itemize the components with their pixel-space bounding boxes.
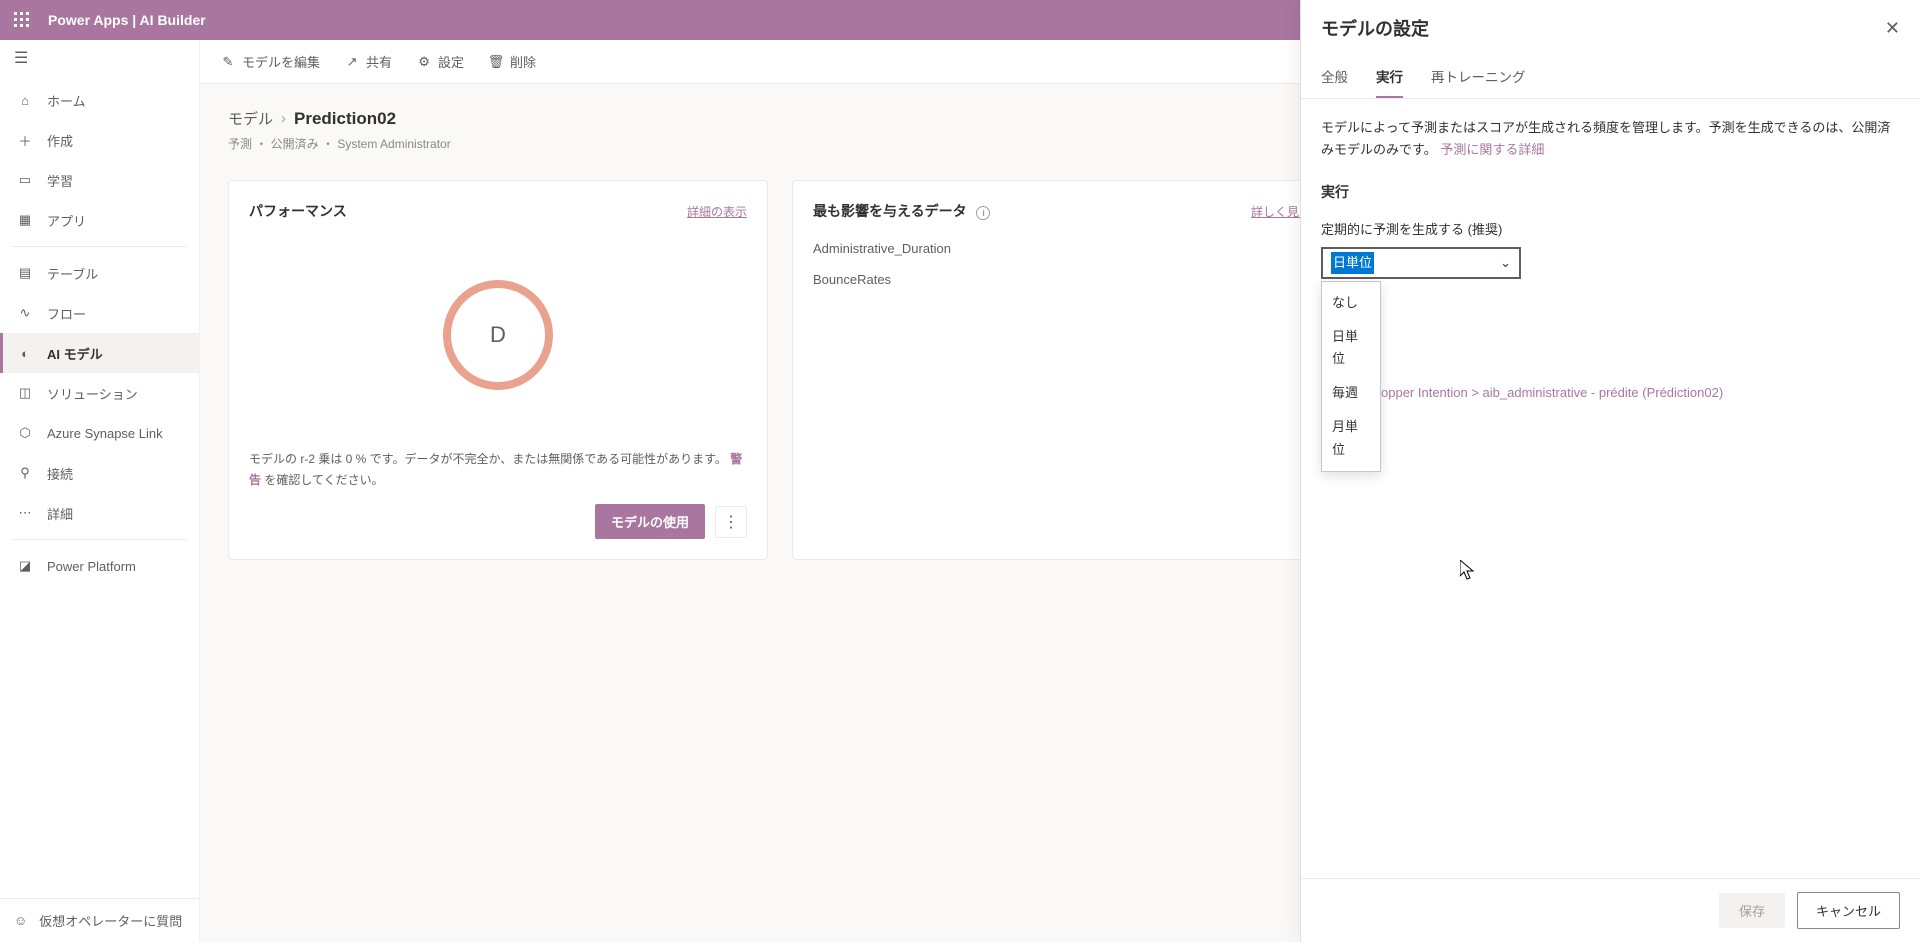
nav-label: フロー bbox=[47, 304, 86, 323]
ellipsis-icon: ⋯ bbox=[17, 505, 33, 521]
panel-desc-link[interactable]: 予測に関する詳細 bbox=[1440, 142, 1544, 157]
nav-item-solutions[interactable]: ◫ ソリューション bbox=[0, 373, 199, 413]
nav-label: 詳細 bbox=[47, 504, 73, 523]
tab-general[interactable]: 全般 bbox=[1321, 56, 1348, 98]
perf-note: モデルの r-2 乗は 0 % です。データが不完全か、または無関係である可能性… bbox=[249, 449, 747, 490]
schedule-field-label: 定期的に予測を生成する (推奨) bbox=[1321, 219, 1900, 241]
card-more-button[interactable]: ⋮ bbox=[715, 506, 747, 538]
list-item: Administrative_Duration bbox=[813, 241, 1311, 256]
nav-label: Power Platform bbox=[47, 559, 136, 574]
delete-button[interactable]: 🗑 削除 bbox=[488, 52, 536, 71]
left-nav: ☰ ⌂ ホーム ＋ 作成 ▭ 学習 ▦ アプリ ▤ テーブル ∿ フロー ◐ AI モデル ◫… bbox=[0, 40, 200, 942]
settings-panel: モデルの設定 ✕ 全般 実行 再トレーニング モデルによって予測またはスコアが生… bbox=[1300, 0, 1920, 942]
nav-label: Azure Synapse Link bbox=[47, 426, 163, 441]
breadcrumb-current: Prediction02 bbox=[294, 109, 396, 129]
edit-model-button[interactable]: ✎ モデルを編集 bbox=[220, 52, 320, 71]
impact-data-card: 最も影響を与えるデータ i 詳しく見る Administrative_Durat… bbox=[792, 180, 1332, 560]
hamburger-icon[interactable]: ☰ bbox=[0, 40, 199, 76]
perf-title: パフォーマンス bbox=[249, 201, 347, 221]
breadcrumb-root[interactable]: モデル bbox=[228, 108, 273, 129]
share-button[interactable]: ↗ 共有 bbox=[344, 52, 392, 71]
cancel-button[interactable]: キャンセル bbox=[1797, 892, 1900, 929]
list-item: BounceRates bbox=[813, 272, 1311, 287]
nav-item-flows[interactable]: ∿ フロー bbox=[0, 293, 199, 333]
option-daily[interactable]: 日単位 bbox=[1322, 320, 1380, 376]
perf-note-post: を確認してください。 bbox=[264, 473, 383, 487]
virtual-agent-button[interactable]: ☺ 仮想オペレーターに質問 bbox=[0, 898, 199, 942]
panel-title: モデルの設定 bbox=[1321, 15, 1429, 41]
panel-desc: モデルによって予測またはスコアが生成される頻度を管理します。予測を生成できるのは… bbox=[1321, 120, 1890, 157]
settings-button[interactable]: ⚙ 設定 bbox=[416, 52, 464, 71]
nav-item-power-platform[interactable]: ◪ Power Platform bbox=[0, 546, 199, 586]
flow-icon: ∿ bbox=[17, 305, 33, 321]
tab-retrain[interactable]: 再トレーニング bbox=[1431, 56, 1526, 98]
impact-title: 最も影響を与えるデータ bbox=[813, 203, 967, 219]
plug-icon: ⚲ bbox=[17, 465, 33, 481]
bot-icon: ☺ bbox=[14, 913, 27, 928]
grade-letter: D bbox=[490, 322, 506, 348]
option-weekly[interactable]: 毎週 bbox=[1322, 376, 1380, 410]
platform-icon: ◪ bbox=[17, 558, 33, 574]
performance-card: パフォーマンス 詳細の表示 D モデルの r-2 乗は 0 % です。データが不… bbox=[228, 180, 768, 560]
ai-icon: ◐ bbox=[17, 345, 33, 361]
share-icon: ↗ bbox=[344, 54, 360, 70]
nav-label: 接続 bbox=[47, 464, 73, 483]
chevron-right-icon: › bbox=[281, 110, 286, 127]
waffle-icon[interactable] bbox=[12, 10, 32, 30]
nav-item-ai-models[interactable]: ◐ AI モデル bbox=[0, 333, 199, 373]
app-title: Power Apps | AI Builder bbox=[48, 12, 206, 28]
nav-label: アプリ bbox=[47, 211, 86, 230]
schedule-dropdown[interactable]: 日単位 ⌄ bbox=[1321, 247, 1521, 279]
table-icon: ▤ bbox=[17, 265, 33, 281]
nav-label: 学習 bbox=[47, 171, 73, 190]
solution-icon: ◫ bbox=[17, 385, 33, 401]
nav-item-home[interactable]: ⌂ ホーム bbox=[0, 80, 199, 120]
option-none[interactable]: なし bbox=[1322, 286, 1380, 320]
option-monthly[interactable]: 月単位 bbox=[1322, 410, 1380, 466]
nav-label: ソリューション bbox=[47, 384, 138, 403]
trash-icon: 🗑 bbox=[488, 54, 504, 70]
gear-icon: ⚙ bbox=[416, 54, 432, 70]
settings-label: 設定 bbox=[438, 52, 464, 71]
nav-item-learn[interactable]: ▭ 学習 bbox=[0, 160, 199, 200]
use-model-button[interactable]: モデルの使用 bbox=[595, 504, 705, 539]
edit-label: モデルを編集 bbox=[242, 52, 320, 71]
nav-label: AI モデル bbox=[47, 344, 103, 363]
perf-note-pre: モデルの r-2 乗は 0 % です。データが不完全か、または無関係である可能性… bbox=[249, 452, 727, 466]
info-icon[interactable]: i bbox=[976, 206, 990, 220]
home-icon: ⌂ bbox=[17, 92, 33, 108]
plus-icon: ＋ bbox=[17, 132, 33, 148]
nav-item-connections[interactable]: ⚲ 接続 bbox=[0, 453, 199, 493]
section-label: 実行 bbox=[1321, 181, 1900, 205]
nav-item-apps[interactable]: ▦ アプリ bbox=[0, 200, 199, 240]
panel-tabs: 全般 実行 再トレーニング bbox=[1301, 56, 1920, 99]
nav-item-synapse[interactable]: ⬡ Azure Synapse Link bbox=[0, 413, 199, 453]
output-location-link[interactable]: opper Intention > aib_administrative - p… bbox=[1381, 382, 1900, 404]
schedule-selected-value: 日単位 bbox=[1331, 252, 1374, 274]
delete-label: 削除 bbox=[510, 52, 536, 71]
grade-gauge: D bbox=[443, 280, 553, 390]
apps-icon: ▦ bbox=[17, 212, 33, 228]
save-button: 保存 bbox=[1719, 893, 1785, 928]
virtual-agent-label: 仮想オペレーターに質問 bbox=[39, 911, 182, 930]
nav-item-create[interactable]: ＋ 作成 bbox=[0, 120, 199, 160]
nav-label: テーブル bbox=[47, 264, 98, 283]
nav-item-more[interactable]: ⋯ 詳細 bbox=[0, 493, 199, 533]
tab-run[interactable]: 実行 bbox=[1376, 56, 1403, 98]
chevron-down-icon: ⌄ bbox=[1500, 252, 1511, 274]
schedule-dropdown-list: なし 日単位 毎週 月単位 bbox=[1321, 281, 1381, 472]
book-icon: ▭ bbox=[17, 172, 33, 188]
synapse-icon: ⬡ bbox=[17, 425, 33, 441]
pencil-icon: ✎ bbox=[220, 54, 236, 70]
nav-label: ホーム bbox=[47, 91, 86, 110]
nav-item-tables[interactable]: ▤ テーブル bbox=[0, 253, 199, 293]
share-label: 共有 bbox=[366, 52, 392, 71]
close-icon[interactable]: ✕ bbox=[1885, 18, 1900, 39]
perf-details-link[interactable]: 詳細の表示 bbox=[687, 203, 747, 220]
nav-label: 作成 bbox=[47, 131, 73, 150]
